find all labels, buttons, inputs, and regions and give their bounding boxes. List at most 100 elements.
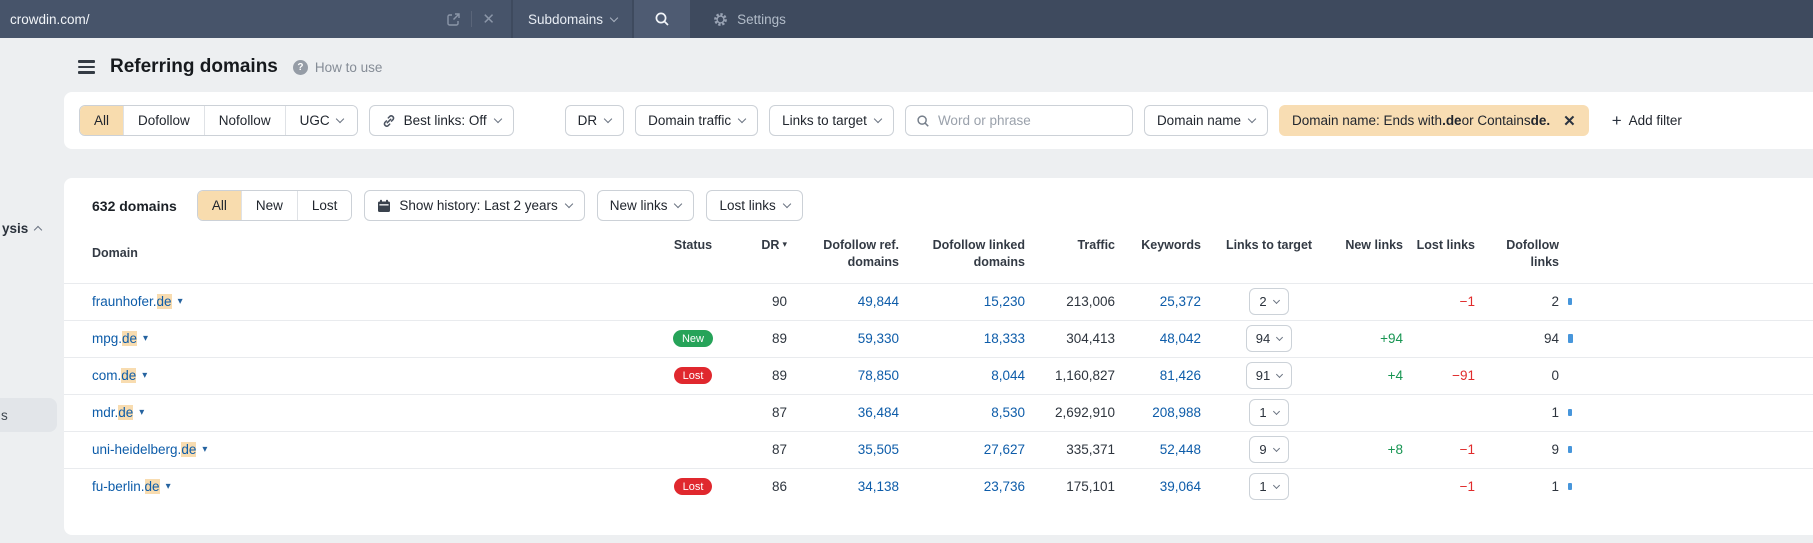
lost-links-dropdown[interactable]: Lost links [706,190,803,221]
keywords-cell[interactable]: 48,042 [1115,331,1201,346]
col-traffic: Traffic [1077,238,1115,252]
links-to-target-filter-dropdown[interactable]: Links to target [769,105,894,136]
dofollow-ref-domains-cell[interactable]: 78,850 [787,368,899,383]
col-dr[interactable]: DR ▾ [733,237,787,271]
dofollow-ref-domains-cell[interactable]: 36,484 [787,405,899,420]
lost-links-cell: −91 [1452,368,1475,384]
keywords-cell[interactable]: 52,448 [1115,442,1201,457]
clear-url-icon[interactable]: ✕ [476,10,501,28]
search-button[interactable] [634,0,691,38]
target-url-field[interactable]: ✕ [0,0,511,38]
best-links-dropdown[interactable]: Best links: Off [368,105,514,136]
segment-status-all[interactable]: All [197,191,241,220]
new-links-dropdown[interactable]: New links [596,190,695,221]
col-keywords: Keywords [1141,238,1201,252]
add-filter-button[interactable]: + Add filter [1612,112,1682,129]
segment-status-lost[interactable]: Lost [296,191,352,220]
segment-ugc[interactable]: UGC [284,106,357,135]
match-highlight: de [156,294,172,310]
dofollow-linked-domains-cell[interactable]: 18,333 [899,331,1025,346]
traffic-cell: 1,160,827 [1054,368,1115,384]
dofollow-linked-domains-cell[interactable]: 8,044 [899,368,1025,383]
dofollow-linked-domains-cell[interactable]: 27,627 [899,442,1025,457]
open-external-icon[interactable] [440,12,467,27]
links-to-target-cell: 2 [1201,288,1337,316]
chevron-down-icon [674,199,683,209]
domain-link[interactable]: com.de [92,368,137,384]
dofollow-linked-domains-cell[interactable]: 8,530 [899,405,1025,420]
settings-button[interactable]: Settings [712,11,786,28]
sidebar-item-analysis-partial[interactable]: ysis [2,221,43,236]
gear-icon [714,12,727,26]
domain-link[interactable]: uni-heidelberg.de [92,442,197,458]
dofollow-links-bar-cell [1559,298,1593,306]
remove-filter-icon[interactable]: ✕ [1550,105,1589,136]
dofollow-linked-domains-cell[interactable]: 15,230 [899,294,1025,309]
traffic-cell: 2,692,910 [1054,405,1115,421]
traffic-cell: 335,371 [1066,442,1115,458]
keywords-cell[interactable]: 39,064 [1115,479,1201,494]
dofollow-ref-domains-cell[interactable]: 34,138 [787,479,899,494]
col-status: Status [673,238,713,252]
domain-caret-icon[interactable]: ▾ [143,333,148,344]
target-url-input[interactable] [10,11,441,27]
segment-nofollow[interactable]: Nofollow [203,106,285,135]
links-to-target-select[interactable]: 1 [1249,399,1289,427]
keywords-cell[interactable]: 81,426 [1115,368,1201,383]
table-card: 632 domains All New Lost Show history: L… [64,178,1813,535]
dr-cell: 86 [771,479,787,495]
dofollow-ref-domains-cell[interactable]: 59,330 [787,331,899,346]
show-history-dropdown[interactable]: Show history: Last 2 years [364,190,585,221]
dofollow-links-bar-cell [1559,483,1593,491]
domain-caret-icon[interactable]: ▾ [202,444,207,455]
status-cell: Lost [653,478,733,496]
domain-caret-icon[interactable]: ▾ [166,481,171,492]
dofollow-ref-domains-cell[interactable]: 35,505 [787,442,899,457]
col-lost-links: Lost links [1416,238,1475,252]
segment-all[interactable]: All [80,106,124,135]
traffic-cell: 213,006 [1066,294,1115,310]
chevron-down-icon [335,114,344,124]
links-to-target-select[interactable]: 1 [1249,473,1289,501]
sidebar-item-selected-partial[interactable]: s [0,398,57,432]
links-to-target-cell: 1 [1201,399,1337,427]
page-header: Referring domains ? How to use [78,56,1813,78]
scope-dropdown[interactable]: Subdomains [513,0,633,38]
word-or-phrase-search[interactable] [904,105,1133,136]
segment-status-new[interactable]: New [240,191,297,220]
divider [471,11,473,27]
domain-caret-icon[interactable]: ▾ [139,407,144,418]
domain-link[interactable]: fraunhofer.de [92,294,172,310]
domain-caret-icon[interactable]: ▾ [142,370,147,381]
links-to-target-select[interactable]: 2 [1249,288,1289,316]
col-links-to-target: Links to target [1225,238,1313,252]
col-bar-spacer [1559,237,1593,271]
chevron-down-icon [737,114,747,124]
domain-name-filter-dropdown[interactable]: Domain name [1143,105,1268,136]
menu-icon[interactable] [78,60,95,74]
links-to-target-select[interactable]: 94 [1245,325,1293,353]
domain-cell: fraunhofer.de ▾ [92,294,653,310]
keywords-cell[interactable]: 208,988 [1115,405,1201,420]
how-to-use-link[interactable]: ? How to use [292,59,382,75]
col-dofollow-links: Dofollow links [1506,238,1559,269]
domain-link[interactable]: mdr.de [92,405,134,421]
domain-link[interactable]: fu-berlin.de [92,479,160,495]
table-row: fu-berlin.de ▾ Lost 86 34,138 23,736 175… [64,467,1813,505]
domain-traffic-filter-dropdown[interactable]: Domain traffic [635,105,759,136]
dr-filter-dropdown[interactable]: DR [564,105,625,136]
dofollow-ref-domains-cell[interactable]: 49,844 [787,294,899,309]
segment-dofollow[interactable]: Dofollow [123,106,204,135]
domain-caret-icon[interactable]: ▾ [178,296,183,307]
keywords-cell[interactable]: 25,372 [1115,294,1201,309]
dr-cell: 90 [771,294,787,310]
links-to-target-select[interactable]: 91 [1245,362,1293,390]
lost-links-cell: −1 [1459,294,1475,310]
domain-link[interactable]: mpg.de [92,331,138,347]
dofollow-linked-domains-cell[interactable]: 23,736 [899,479,1025,494]
chevron-up-icon [34,225,43,235]
links-to-target-select[interactable]: 9 [1249,436,1289,464]
word-or-phrase-input[interactable] [937,113,1122,128]
table-row: fraunhofer.de ▾ 90 49,844 15,230 213,006… [64,282,1813,320]
chevron-down-icon [1247,114,1257,124]
